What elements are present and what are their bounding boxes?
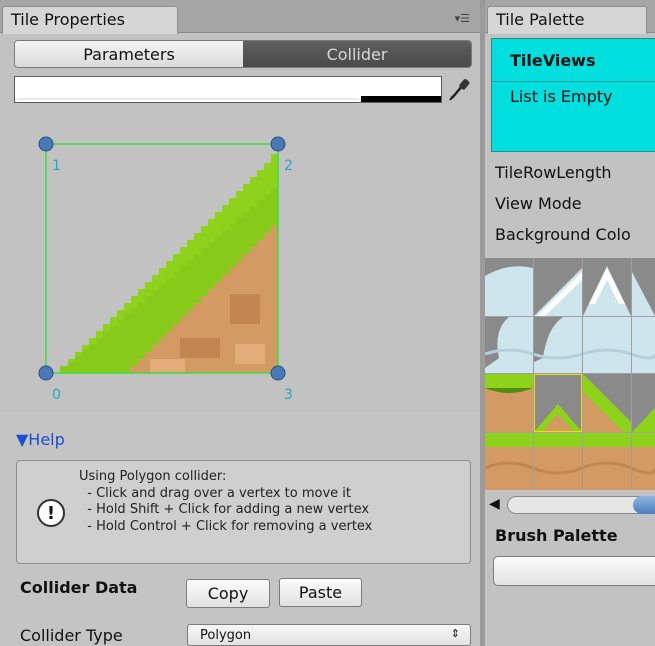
- scroll-thumb[interactable]: [633, 496, 655, 514]
- tile-cell[interactable]: [485, 373, 655, 433]
- help-text: Using Polygon collider: - Click and drag…: [79, 469, 373, 534]
- tile-palette-panel: Tile Palette TileViews List is Empty Til…: [485, 0, 655, 646]
- collider-type-value: Polygon: [200, 627, 252, 643]
- arrow-left-icon[interactable]: ◀: [489, 496, 500, 512]
- collider-data-label: Collider Data: [20, 578, 138, 597]
- vertex-label-0: 0: [52, 387, 61, 403]
- background-color-label: Background Colo: [495, 225, 631, 244]
- vertex-handle-3[interactable]: [270, 365, 286, 381]
- mode-toggle: Parameters Collider: [14, 40, 472, 68]
- brush-palette-label: Brush Palette: [495, 526, 618, 545]
- tileviews-title: TileViews: [510, 51, 596, 70]
- collider-type-label: Collider Type: [20, 626, 123, 645]
- collider-type-select[interactable]: Polygon ⇕: [187, 624, 471, 646]
- vertex-label-2: 2: [284, 158, 293, 174]
- vertex-label-3: 3: [284, 387, 293, 403]
- vertex-handle-1[interactable]: [38, 136, 54, 152]
- vertex-label-1: 1: [52, 158, 61, 174]
- color-field[interactable]: [14, 76, 442, 103]
- tile-sprite: [46, 154, 278, 373]
- tile-properties-panel: Tile Properties ▾☰ Parameters Collider 0…: [0, 0, 480, 646]
- tile-row-length-label: TileRowLength: [495, 163, 612, 182]
- brush-palette-field[interactable]: [493, 556, 655, 586]
- tab-parameters[interactable]: Parameters: [15, 41, 243, 67]
- help-foldout[interactable]: ▼Help: [16, 430, 65, 449]
- tile-cell[interactable]: [485, 258, 655, 316]
- eyedropper-icon[interactable]: [446, 76, 472, 103]
- paste-button[interactable]: Paste: [279, 578, 362, 607]
- tile-palette-tabbar: Tile Palette: [485, 0, 655, 34]
- tile-properties-tab[interactable]: Tile Properties: [2, 6, 178, 34]
- tile-properties-tabbar: Tile Properties ▾☰: [0, 0, 480, 34]
- collider-editor[interactable]: 0 1 2 3: [0, 104, 480, 412]
- tileviews-separator: [492, 81, 655, 82]
- vertex-handle-0[interactable]: [38, 365, 54, 381]
- color-preview-line: [17, 98, 359, 100]
- help-box: ! Using Polygon collider: - Click and dr…: [16, 460, 471, 564]
- copy-button[interactable]: Copy: [186, 579, 270, 608]
- view-mode-label: View Mode: [495, 194, 582, 213]
- vertex-handle-2[interactable]: [270, 136, 286, 152]
- tab-collider[interactable]: Collider: [243, 41, 471, 67]
- tile-palette-tab[interactable]: Tile Palette: [487, 6, 647, 34]
- collider-canvas[interactable]: 0 1 2 3: [0, 104, 480, 412]
- tile-cell[interactable]: [485, 433, 655, 490]
- tileviews-list: TileViews List is Empty: [491, 38, 655, 152]
- dropdown-arrows-icon: ⇕: [450, 627, 460, 640]
- alpha-preview: [361, 96, 441, 102]
- tile-cell[interactable]: [485, 317, 655, 373]
- info-icon: !: [37, 499, 65, 527]
- horizontal-scrollbar[interactable]: ◀: [485, 494, 655, 516]
- menu-icon[interactable]: ▾☰: [455, 12, 470, 25]
- tile-grid[interactable]: [485, 258, 655, 490]
- tileviews-empty-text: List is Empty: [510, 87, 613, 106]
